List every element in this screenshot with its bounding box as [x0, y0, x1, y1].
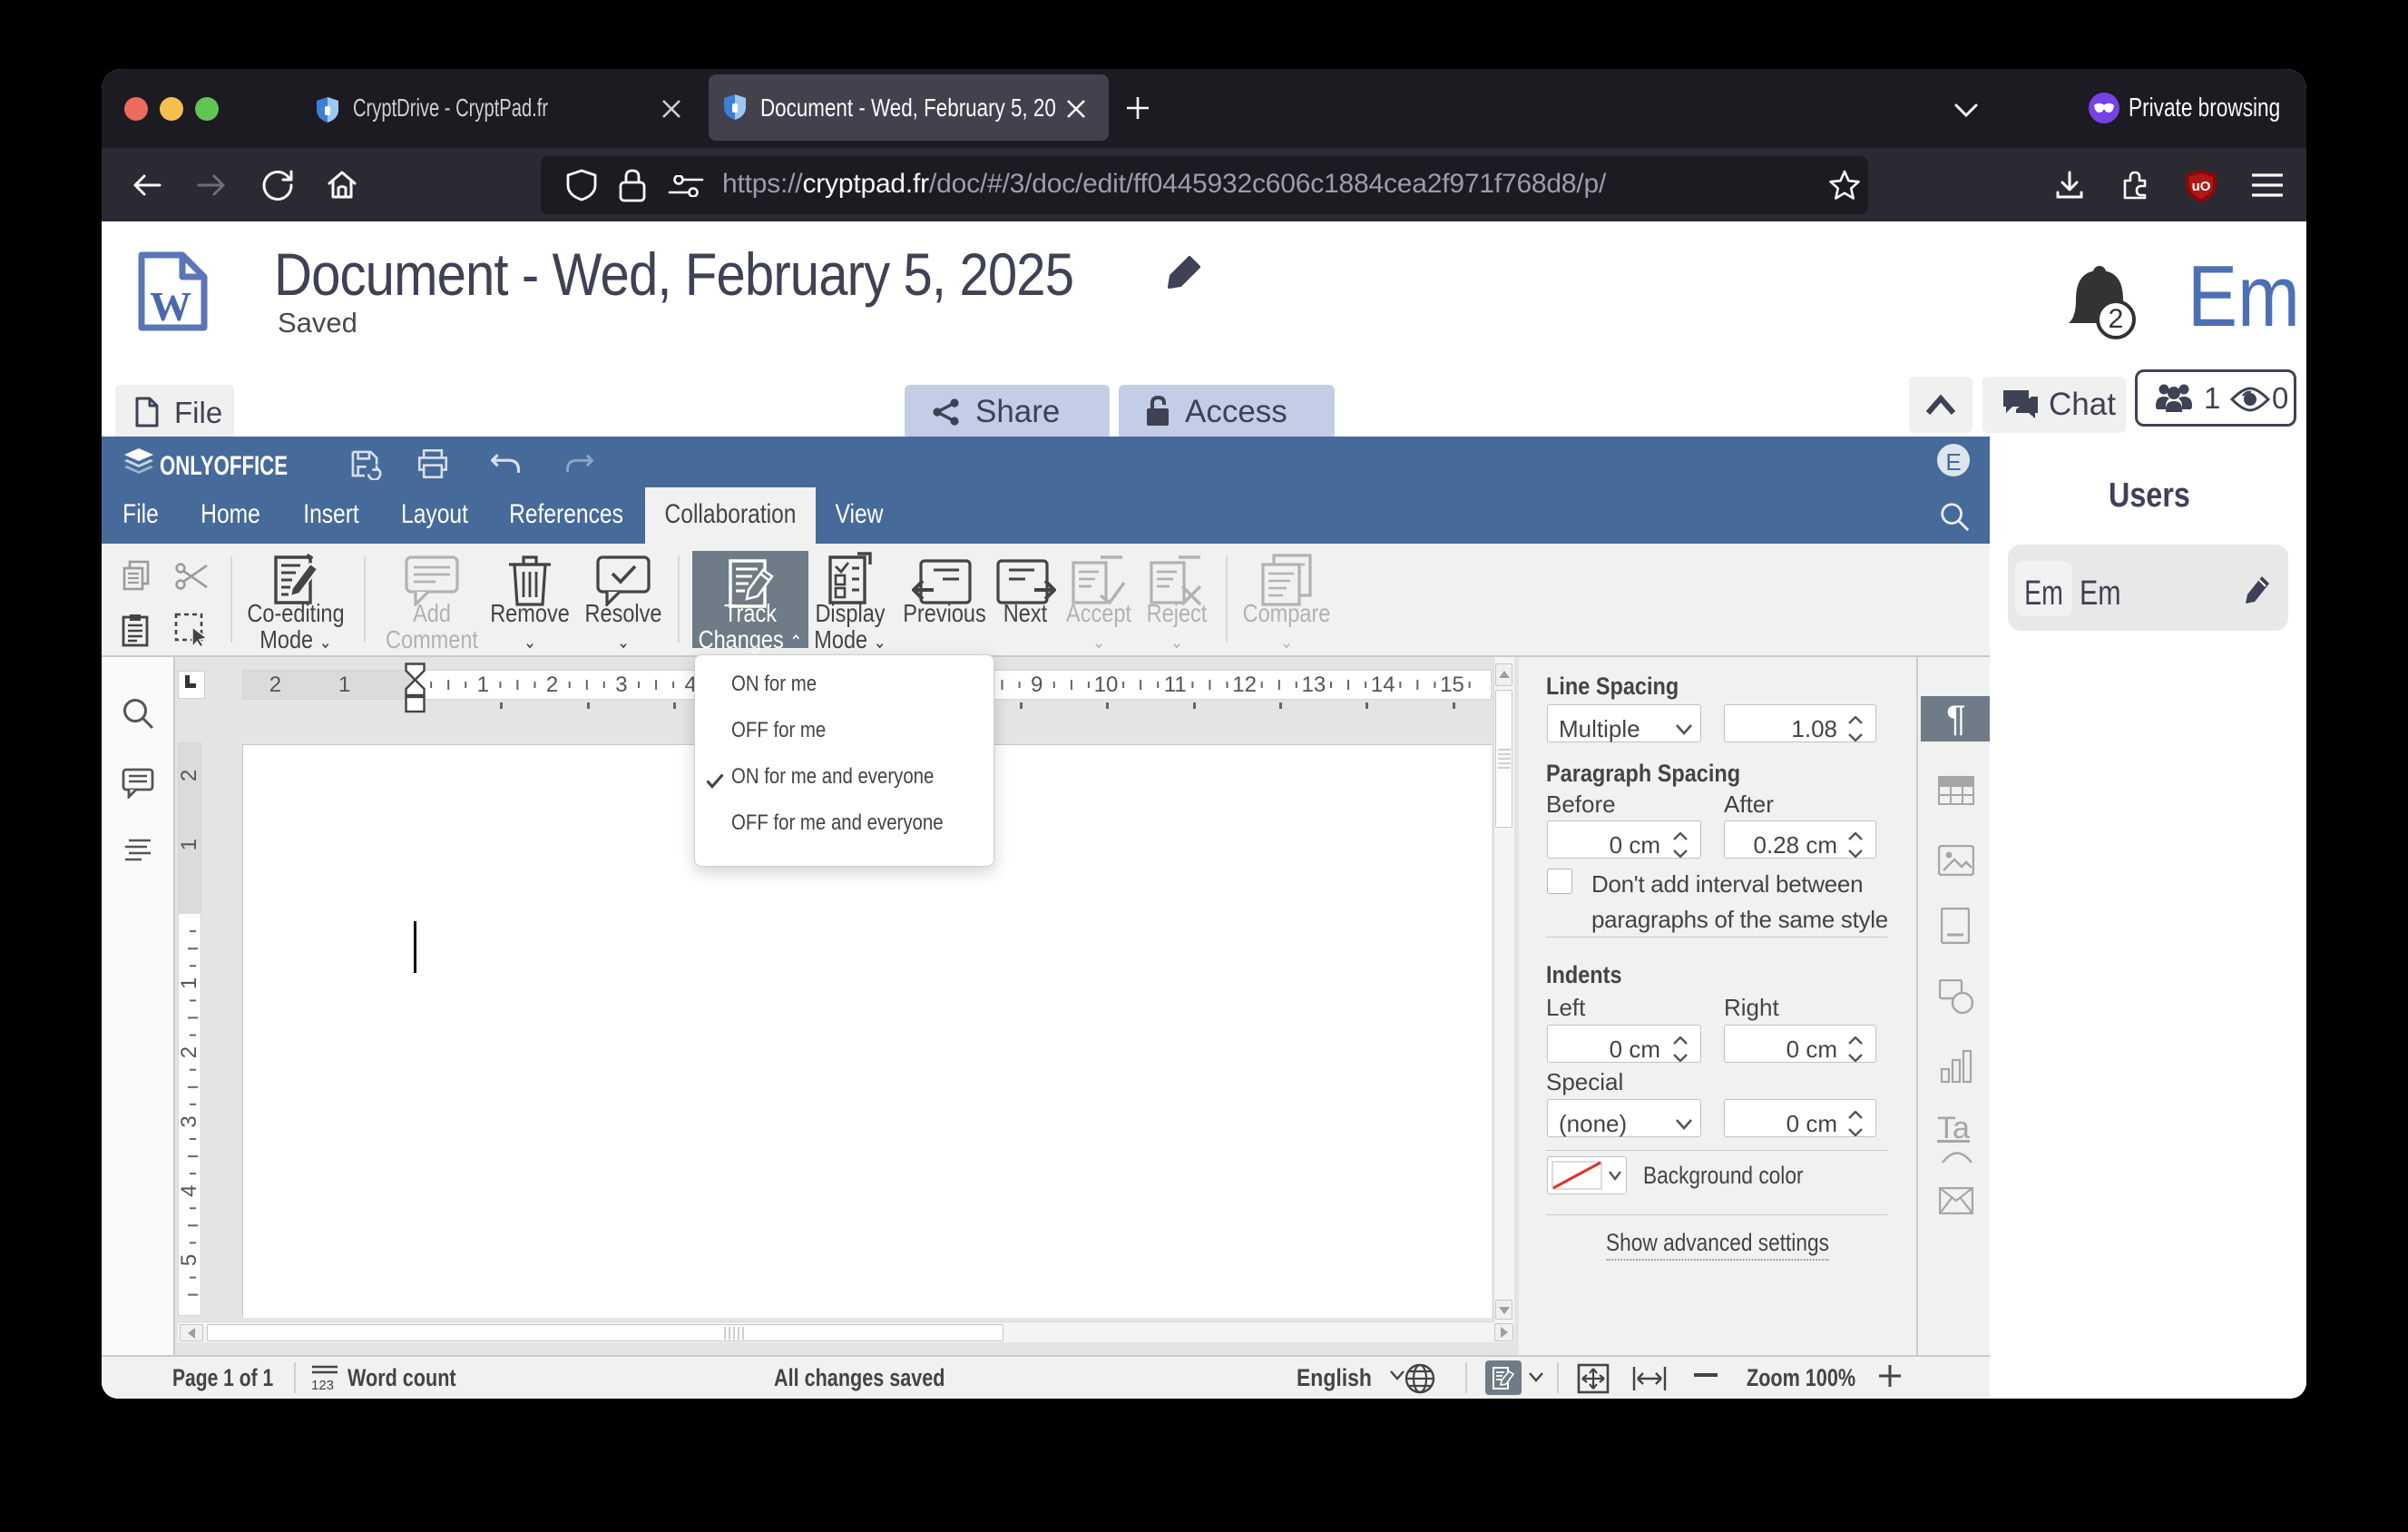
svg-text:3: 3 — [178, 1115, 201, 1127]
svg-text:123: 123 — [311, 1378, 334, 1392]
svg-text:2: 2 — [546, 673, 558, 697]
svg-text:5: 5 — [178, 1254, 201, 1266]
svg-text:3: 3 — [615, 673, 627, 697]
svg-text:10: 10 — [1094, 673, 1119, 697]
svg-text:1: 1 — [338, 673, 350, 697]
svg-text:9: 9 — [1031, 673, 1042, 697]
svg-text:2: 2 — [269, 673, 281, 697]
svg-text:2: 2 — [178, 770, 201, 781]
svg-text:1: 1 — [178, 839, 201, 850]
svg-text:12: 12 — [1232, 673, 1257, 697]
svg-text:13: 13 — [1302, 673, 1326, 697]
svg-text:4: 4 — [178, 1185, 201, 1197]
svg-text:2: 2 — [178, 1046, 201, 1058]
svg-text:1: 1 — [477, 673, 489, 697]
svg-text:11: 11 — [1164, 673, 1187, 697]
svg-text:14: 14 — [1371, 673, 1395, 697]
svg-text:W: W — [150, 283, 191, 329]
svg-text:uO: uO — [2192, 179, 2211, 194]
svg-text:15: 15 — [1440, 673, 1464, 697]
svg-text:1: 1 — [178, 977, 201, 989]
